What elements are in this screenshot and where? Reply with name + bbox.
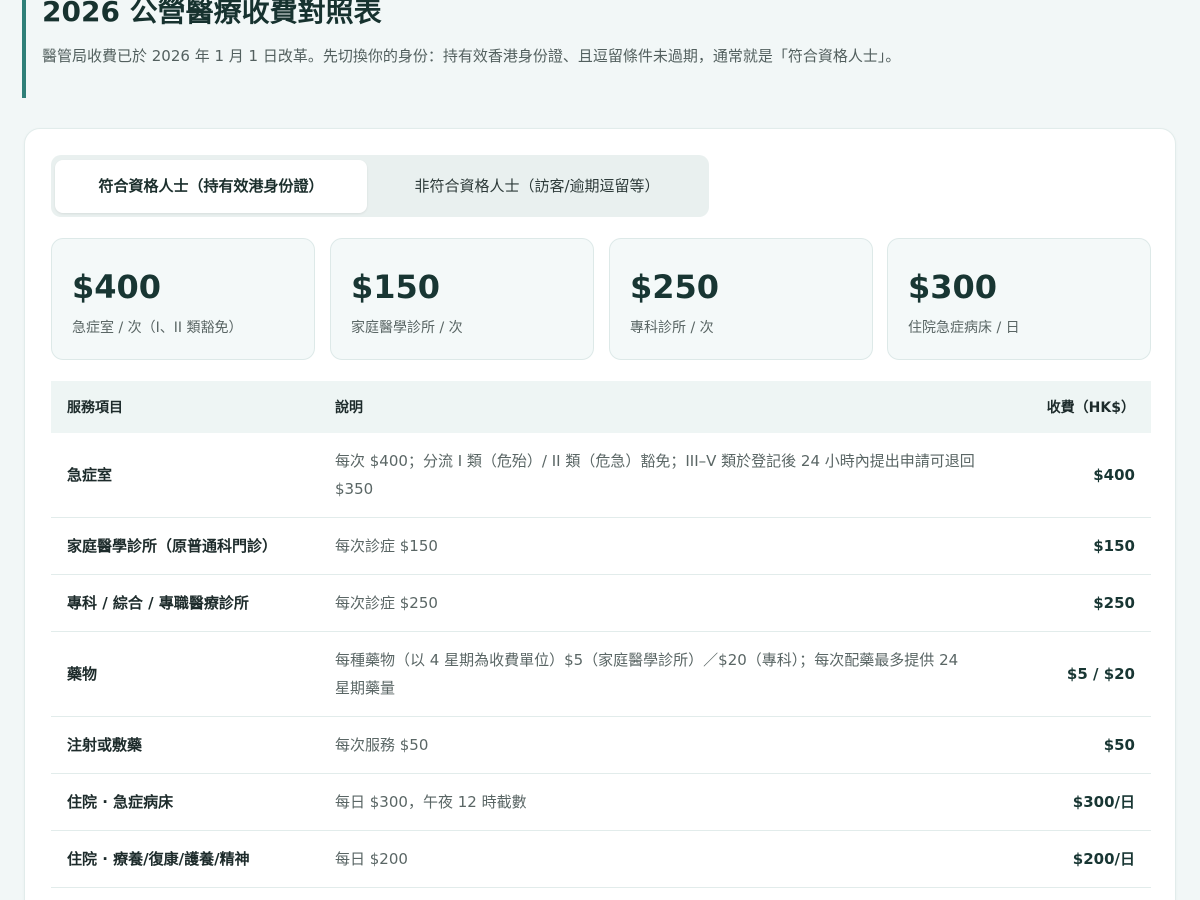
table-row: 注射或敷藥 每次服務 $50 $50 — [51, 716, 1151, 774]
table-row: 住院 · 急症病床 每日 $300，午夜 12 時截數 $300/日 — [51, 773, 1151, 831]
column-header-item: 服務項目 — [51, 381, 319, 433]
stat-card-family-clinic: $150 家庭醫學診所 / 次 — [330, 238, 594, 360]
page-header: 2026 公營醫療收費對照表 醫管局收費已於 2026 年 1 月 1 日改革。… — [22, 0, 982, 98]
row-item: 家庭醫學診所（原普通科門診） — [51, 517, 319, 575]
row-item: 住院 · 療養/復康/護養/精神 — [51, 830, 319, 888]
row-item: 專科 / 綜合 / 專職醫療診所 — [51, 574, 319, 632]
row-fee: $200/日 — [991, 830, 1151, 888]
row-description: 每次診症 $250 — [319, 574, 991, 632]
table-row: 藥物 每種藥物（以 4 星期為收費單位）$5（家庭醫學診所）／$20（專科）；每… — [51, 631, 1151, 717]
row-description: 每日 $200 — [319, 830, 991, 888]
fee-card: 符合資格人士（持有效港身份證） 非符合資格人士（訪客/逾期逗留等） $400 急… — [24, 128, 1176, 900]
row-fee: $250 — [991, 574, 1151, 632]
row-item: 急症室 — [51, 433, 319, 518]
table-row: 急症室 每次 $400；分流 I 類（危殆）/ II 類（危急）豁免；III–V… — [51, 433, 1151, 518]
stat-label: 專科診所 / 次 — [630, 320, 714, 336]
stat-value: $250 — [630, 268, 720, 306]
eligibility-tabs: 符合資格人士（持有效港身份證） 非符合資格人士（訪客/逾期逗留等） — [51, 155, 709, 217]
fee-table: 服務項目 說明 收費（HK$） 急症室 每次 $400；分流 I 類（危殆）/ … — [51, 381, 1151, 888]
row-fee: $5 / $20 — [991, 631, 1151, 717]
stat-card-specialist: $250 專科診所 / 次 — [609, 238, 873, 360]
row-fee: $300/日 — [991, 773, 1151, 831]
row-description: 每次 $400；分流 I 類（危殆）/ II 類（危急）豁免；III–V 類於登… — [319, 433, 991, 518]
stat-card-emergency: $400 急症室 / 次（I、II 類豁免） — [51, 238, 315, 360]
page-subtitle: 醫管局收費已於 2026 年 1 月 1 日改革。先切換你的身份：持有效香港身份… — [42, 47, 901, 65]
table-row: 專科 / 綜合 / 專職醫療診所 每次診症 $250 $250 — [51, 574, 1151, 632]
stat-card-inpatient: $300 住院急症病床 / 日 — [887, 238, 1151, 360]
row-fee: $400 — [991, 433, 1151, 518]
row-fee: $150 — [991, 517, 1151, 575]
page-title: 2026 公營醫療收費對照表 — [42, 0, 382, 28]
stat-value: $400 — [72, 268, 162, 306]
table-row: 住院 · 療養/復康/護養/精神 每日 $200 $200/日 — [51, 830, 1151, 888]
row-item: 注射或敷藥 — [51, 716, 319, 774]
row-description: 每次診症 $150 — [319, 517, 991, 575]
stat-value: $300 — [908, 268, 998, 306]
stat-label: 急症室 / 次（I、II 類豁免） — [72, 320, 243, 336]
table-header-row: 服務項目 說明 收費（HK$） — [51, 381, 1151, 433]
row-description: 每種藥物（以 4 星期為收費單位）$5（家庭醫學診所）／$20（專科）；每次配藥… — [319, 631, 991, 717]
stat-label: 家庭醫學診所 / 次 — [351, 320, 463, 336]
row-item: 藥物 — [51, 631, 319, 717]
row-description: 每日 $300，午夜 12 時截數 — [319, 773, 991, 831]
row-fee: $50 — [991, 716, 1151, 774]
stat-value: $150 — [351, 268, 441, 306]
stat-label: 住院急症病床 / 日 — [908, 320, 1020, 336]
row-description: 每次服務 $50 — [319, 716, 991, 774]
table-row: 家庭醫學診所（原普通科門診） 每次診症 $150 $150 — [51, 517, 1151, 575]
column-header-fee: 收費（HK$） — [991, 381, 1151, 433]
tab-eligible[interactable]: 符合資格人士（持有效港身份證） — [55, 160, 367, 213]
tab-non-eligible[interactable]: 非符合資格人士（訪客/逾期逗留等） — [367, 160, 707, 213]
row-item: 住院 · 急症病床 — [51, 773, 319, 831]
column-header-description: 說明 — [319, 381, 991, 433]
